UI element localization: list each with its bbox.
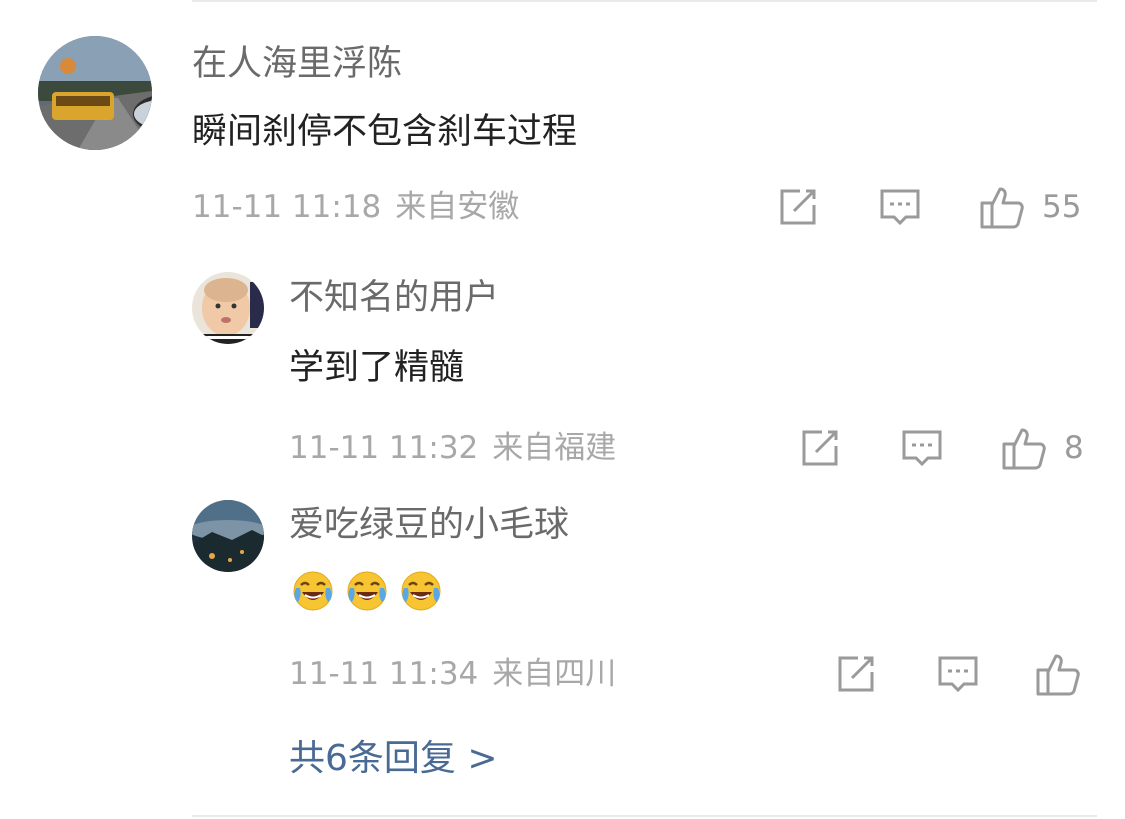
laugh-cry-emoji	[401, 571, 441, 611]
laugh-cry-emoji	[347, 571, 387, 611]
laugh-cry-emoji	[293, 571, 333, 611]
comment-icon[interactable]	[878, 185, 922, 229]
timestamp: 11-11 11:32	[289, 430, 479, 466]
comment-meta: 11-11 11:18 来自安徽	[192, 187, 519, 227]
reply-meta: 11-11 11:34 来自四川	[289, 654, 616, 694]
comment-icon[interactable]	[900, 426, 944, 470]
reply-meta: 11-11 11:32 来自福建	[289, 428, 616, 468]
location-source: 来自四川	[492, 656, 617, 692]
location-source: 来自福建	[492, 430, 617, 466]
comment-text: 瞬间刹停不包含刹车过程	[192, 112, 578, 152]
comment-icon[interactable]	[936, 652, 980, 696]
avatar[interactable]	[38, 36, 152, 150]
username[interactable]: 在人海里浮陈	[192, 42, 402, 86]
reply-text: 学到了精髓	[289, 348, 465, 388]
like-count: 55	[1042, 189, 1082, 225]
bottom-divider	[192, 815, 1097, 817]
view-more-replies-link[interactable]: 共6条回复 >	[289, 737, 498, 781]
timestamp: 11-11 11:18	[192, 189, 382, 225]
edit-icon[interactable]	[834, 652, 878, 696]
emoji-row	[292, 570, 442, 612]
avatar[interactable]	[192, 272, 264, 344]
username[interactable]: 不知名的用户	[289, 276, 499, 320]
edit-icon[interactable]	[776, 185, 820, 229]
like-count: 8	[1064, 430, 1084, 466]
thumbs-up-icon[interactable]	[1034, 650, 1082, 698]
username[interactable]: 爱吃绿豆的小毛球	[289, 503, 569, 547]
timestamp: 11-11 11:34	[289, 656, 479, 692]
thumbs-up-icon[interactable]	[978, 183, 1026, 231]
location-source: 来自安徽	[395, 189, 520, 225]
edit-icon[interactable]	[798, 426, 842, 470]
top-divider	[192, 0, 1097, 2]
thumbs-up-icon[interactable]	[1000, 424, 1048, 472]
avatar[interactable]	[192, 500, 264, 572]
